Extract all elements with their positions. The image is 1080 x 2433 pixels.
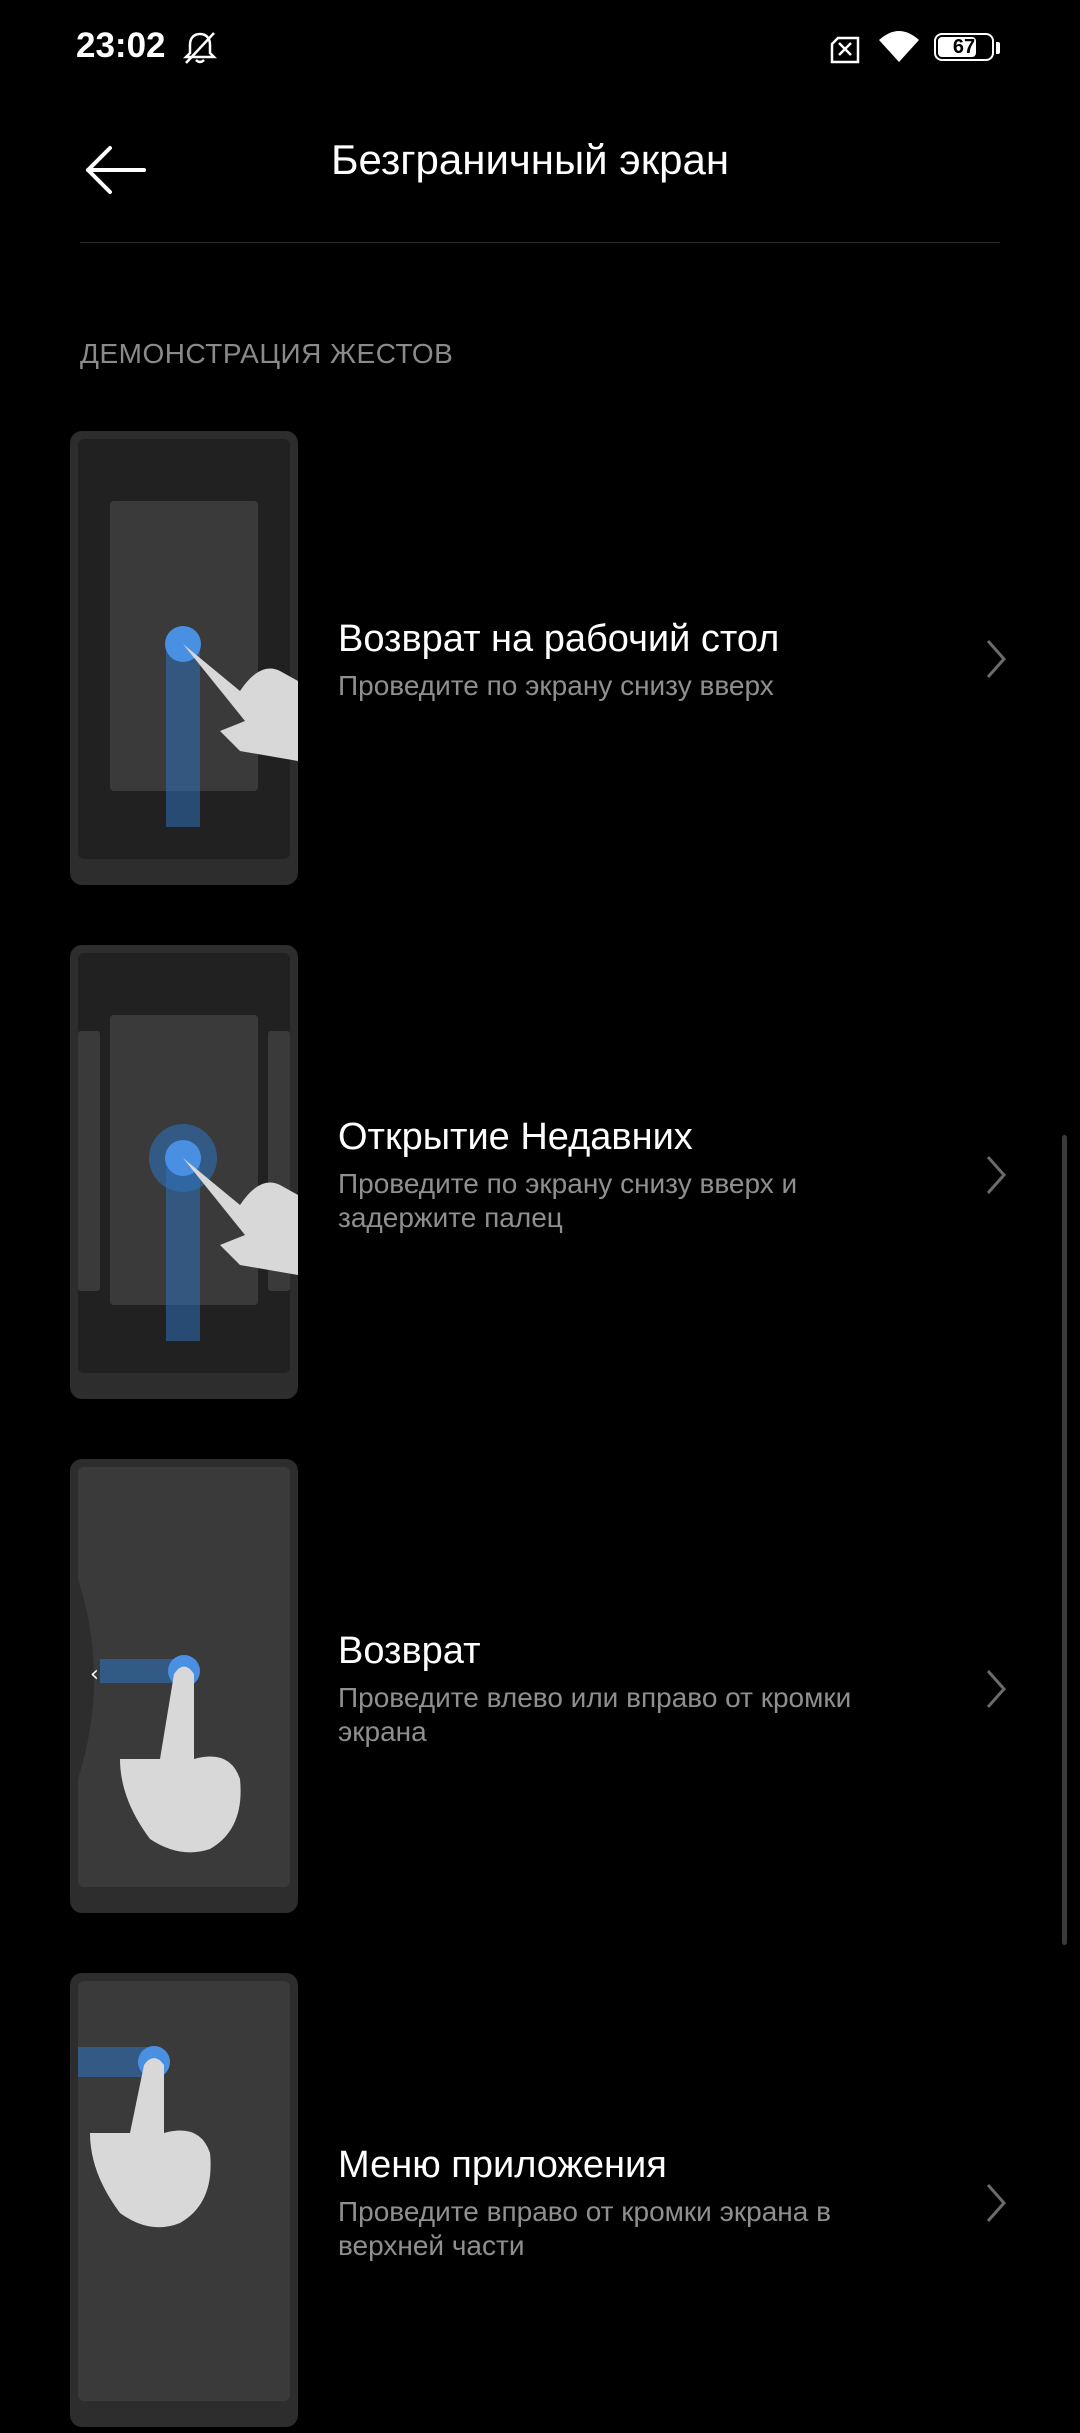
chevron-right-icon [986,1156,1007,1194]
battery-level: 67 [952,36,976,58]
gesture-preview-home [70,431,298,885]
item-title: Меню приложения [338,2144,667,2186]
item-subtitle: Проведите по экрану снизу вверх [338,670,774,701]
chevron-right-icon [986,640,1007,678]
chevron-right-icon [986,1670,1007,1708]
scrollbar[interactable] [1062,1135,1067,1945]
gesture-item-app-menu[interactable]: Меню приложения Проведите вправо от кром… [0,1973,1080,2433]
item-subtitle: Проведите влево или вправо от кромки экр… [338,1682,852,1747]
item-title: Открытие Недавних [338,1116,693,1158]
no-sim-icon [830,36,860,64]
item-title: Возврат на рабочий стол [338,618,780,660]
svg-text:‹: ‹ [90,1662,99,1687]
gesture-item-recents[interactable]: Открытие Недавних Проведите по экрану сн… [0,945,1080,1405]
status-bar: 23:02 67 [0,0,1080,100]
item-subtitle: Проведите по экрану снизу вверх и задерж… [338,1168,798,1233]
header-divider [80,242,1000,243]
item-subtitle: Проведите вправо от кромки экрана в верх… [338,2196,831,2261]
section-label: ДЕМОНСТРАЦИЯ ЖЕСТОВ [80,338,454,369]
item-title: Возврат [338,1630,481,1672]
battery-indicator: 67 [934,33,1000,63]
gesture-preview-recents [70,945,298,1399]
gesture-item-back[interactable]: ‹ Возврат Проведите влево или вправо от … [0,1459,1080,1919]
page-title: Безграничный экран [330,136,730,183]
gesture-preview-back: ‹ [70,1459,298,1913]
status-time: 23:02 [76,26,166,65]
bell-muted-icon [182,32,218,64]
gesture-preview-app-menu [70,1973,298,2427]
wifi-icon [879,31,919,62]
chevron-right-icon [986,2184,1007,2222]
gesture-item-home[interactable]: Возврат на рабочий стол Проведите по экр… [0,431,1080,891]
header: Безграничный экран [0,110,1080,240]
